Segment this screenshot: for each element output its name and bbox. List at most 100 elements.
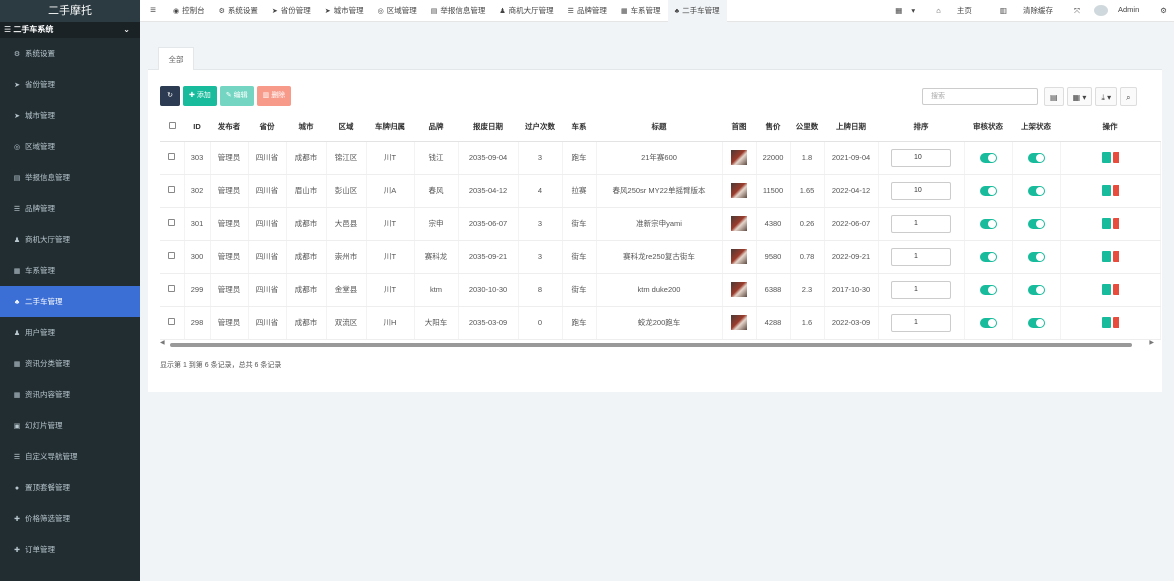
sidebar-item-16[interactable]: ✚ 订单管理	[0, 534, 140, 565]
clear-cache-button[interactable]: ▥ 清除缓存	[986, 5, 1067, 16]
cell-image[interactable]	[722, 240, 757, 274]
publish-status-toggle[interactable]	[1027, 317, 1045, 328]
menu-toggle-icon[interactable]: ≡	[140, 5, 166, 16]
sidebar-item-8[interactable]: ♣ 二手车管理	[0, 286, 140, 317]
nav-tab-3[interactable]: ➤ 城市管理	[318, 0, 371, 22]
cell-image[interactable]	[722, 141, 757, 175]
row-checkbox[interactable]	[168, 186, 176, 193]
sidebar-item-2[interactable]: ➤ 城市管理	[0, 100, 140, 131]
publish-status-toggle[interactable]	[1027, 218, 1045, 229]
row-checkbox[interactable]	[168, 252, 176, 259]
user-menu[interactable]: Admin	[1087, 5, 1153, 16]
sort-input[interactable]: 10	[891, 148, 951, 167]
gear-icon[interactable]: ⚙	[1153, 6, 1174, 15]
cell-image[interactable]	[722, 207, 757, 241]
row-edit-icon[interactable]	[1101, 185, 1111, 196]
sidebar-item-12[interactable]: ▣ 幻灯片管理	[0, 410, 140, 441]
search-input[interactable]: 搜索	[922, 88, 1038, 105]
nav-tab-7[interactable]: ☰ 品牌管理	[561, 0, 614, 22]
row-checkbox-cell[interactable]	[160, 240, 185, 274]
sidebar-item-14[interactable]: ● 置顶套餐管理	[0, 472, 140, 503]
audit-status-toggle[interactable]	[979, 185, 997, 196]
sidebar-item-11[interactable]: ▦ 资讯内容管理	[0, 379, 140, 410]
toggle-view-button[interactable]: ▤	[1044, 87, 1064, 106]
sidebar-item-10[interactable]: ▦ 资讯分类管理	[0, 348, 140, 379]
row-checkbox-cell[interactable]	[160, 273, 185, 307]
row-checkbox[interactable]	[168, 285, 176, 292]
refresh-button[interactable]: ↻	[160, 86, 180, 106]
motorcycle-thumbnail[interactable]	[731, 315, 747, 330]
edit-button[interactable]: ✎ 编辑	[219, 86, 254, 106]
tab-all[interactable]: 全部	[158, 47, 194, 70]
sidebar-item-13[interactable]: ☰ 自定义导航管理	[0, 441, 140, 472]
brand-logo[interactable]: 二手摩托	[0, 0, 140, 22]
row-edit-icon[interactable]	[1101, 218, 1111, 229]
scroll-right-icon[interactable]: ▶	[1149, 339, 1154, 346]
sidebar-item-5[interactable]: ☰ 品牌管理	[0, 193, 140, 224]
column-header[interactable]	[160, 112, 184, 142]
select-all-checkbox[interactable]	[168, 121, 176, 129]
row-delete-icon[interactable]	[1112, 152, 1119, 163]
sort-input[interactable]: 1	[891, 247, 951, 266]
audit-status-toggle[interactable]	[979, 317, 997, 328]
sidebar-section-header[interactable]: ☰ 二手车系统 ⌄	[0, 22, 140, 38]
table-row[interactable]: 299 管理员 四川省 成都市 金堂县 川T ktm 2030-10-30 8 街车 ktm duk…	[160, 273, 1161, 307]
nav-tab-0[interactable]: ◉ 控制台	[166, 0, 212, 22]
row-delete-icon[interactable]	[1112, 284, 1119, 295]
sidebar-item-6[interactable]: ♟ 商机大厅管理	[0, 224, 140, 255]
publish-status-toggle[interactable]	[1027, 251, 1045, 262]
sidebar-item-4[interactable]: ▤ 举报信息管理	[0, 162, 140, 193]
nav-tab-1[interactable]: ⚙ 系统设置	[212, 0, 265, 22]
publish-status-toggle[interactable]	[1027, 152, 1045, 163]
motorcycle-thumbnail[interactable]	[731, 249, 747, 264]
row-checkbox-cell[interactable]	[160, 174, 185, 208]
sidebar-item-1[interactable]: ➤ 省份管理	[0, 69, 140, 100]
row-delete-icon[interactable]	[1112, 251, 1119, 262]
row-delete-icon[interactable]	[1112, 185, 1119, 196]
sort-input[interactable]: 1	[891, 280, 951, 299]
add-button[interactable]: ✚ 添加	[183, 86, 217, 106]
sidebar-item-0[interactable]: ⚙ 系统设置	[0, 38, 140, 69]
audit-status-toggle[interactable]	[979, 152, 997, 163]
sidebar-item-7[interactable]: ▦ 车系管理	[0, 255, 140, 286]
motorcycle-thumbnail[interactable]	[731, 150, 747, 165]
table-row[interactable]: 302 管理员 四川省 眉山市 彭山区 川A 春风 2035-04-12 4 拉赛 春风250sr …	[160, 174, 1161, 208]
sidebar-item-15[interactable]: ✚ 价格筛选管理	[0, 503, 140, 534]
scroll-thumb[interactable]	[170, 343, 1132, 347]
row-edit-icon[interactable]	[1101, 284, 1111, 295]
sidebar-item-9[interactable]: ♟ 用户管理	[0, 317, 140, 348]
nav-tab-8[interactable]: ▦ 车系管理	[614, 0, 668, 22]
delete-button[interactable]: ▥ 删除	[256, 86, 292, 106]
row-checkbox-cell[interactable]	[160, 306, 185, 340]
table-row[interactable]: 301 管理员 四川省 成都市 大邑县 川T 宗申 2035-06-07 3 街车 准新宗申yami…	[160, 207, 1161, 241]
scroll-left-icon[interactable]: ◀	[160, 339, 165, 346]
audit-status-toggle[interactable]	[979, 284, 997, 295]
sort-input[interactable]: 1	[891, 313, 951, 332]
row-delete-icon[interactable]	[1112, 218, 1119, 229]
row-checkbox[interactable]	[168, 153, 176, 160]
common-search-button[interactable]: ⌕	[1120, 87, 1137, 106]
horizontal-scrollbar[interactable]: ◀ ▶	[160, 339, 1154, 349]
publish-status-toggle[interactable]	[1027, 284, 1045, 295]
columns-button[interactable]: ▦ ▾	[1066, 87, 1093, 106]
motorcycle-thumbnail[interactable]	[731, 282, 747, 297]
row-checkbox-cell[interactable]	[160, 141, 185, 175]
row-checkbox[interactable]	[168, 318, 176, 325]
tab-menu-dropdown[interactable]: ▦ ▾	[881, 6, 922, 15]
nav-tab-6[interactable]: ♟ 商机大厅管理	[492, 0, 560, 22]
row-edit-icon[interactable]	[1101, 152, 1111, 163]
sidebar-item-3[interactable]: ◎ 区域管理	[0, 131, 140, 162]
nav-tab-4[interactable]: ◎ 区域管理	[371, 0, 424, 22]
audit-status-toggle[interactable]	[979, 251, 997, 262]
cell-image[interactable]	[722, 273, 757, 307]
cell-image[interactable]	[722, 174, 757, 208]
row-edit-icon[interactable]	[1101, 317, 1111, 328]
row-delete-icon[interactable]	[1112, 317, 1119, 328]
table-row[interactable]: 303 管理员 四川省 成都市 锦江区 川T 钱江 2035-09-04 3 跑车 21年赛600 2…	[160, 141, 1161, 175]
row-edit-icon[interactable]	[1101, 251, 1111, 262]
motorcycle-thumbnail[interactable]	[731, 216, 747, 231]
nav-tab-5[interactable]: ▤ 举报信息管理	[424, 0, 493, 22]
sort-input[interactable]: 10	[891, 181, 951, 200]
cell-image[interactable]	[722, 306, 757, 340]
export-button[interactable]: ⤓ ▾	[1095, 87, 1118, 106]
